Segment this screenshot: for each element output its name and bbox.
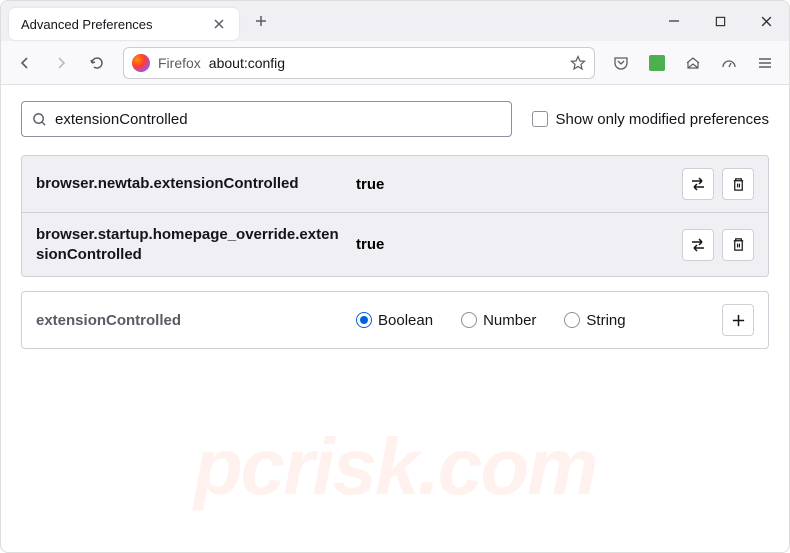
titlebar: Advanced Preferences — [1, 1, 789, 41]
pref-row: browser.newtab.extensionControlled true — [22, 156, 768, 213]
gauge-icon[interactable] — [713, 47, 745, 79]
toggle-button[interactable] — [682, 168, 714, 200]
bookmark-star-icon[interactable] — [570, 55, 586, 71]
content-area: Show only modified preferences browser.n… — [1, 85, 789, 365]
minimize-button[interactable] — [651, 1, 697, 41]
urlbar-text: about:config — [209, 55, 562, 71]
pocket-icon[interactable] — [605, 47, 637, 79]
reload-button[interactable] — [81, 47, 113, 79]
radio-boolean[interactable]: Boolean — [356, 312, 433, 329]
toolbar: Firefox about:config — [1, 41, 789, 85]
urlbar-brand: Firefox — [158, 55, 201, 71]
close-icon[interactable] — [211, 16, 227, 32]
radio-icon — [564, 312, 580, 328]
radio-label-text: Boolean — [378, 312, 433, 329]
extension-icon[interactable] — [641, 47, 673, 79]
delete-button[interactable] — [722, 229, 754, 261]
search-icon — [32, 112, 47, 127]
search-box[interactable] — [21, 101, 512, 137]
search-input[interactable] — [55, 111, 501, 128]
radio-number[interactable]: Number — [461, 312, 536, 329]
pref-name: browser.newtab.extensionControlled — [36, 174, 346, 194]
pref-value: true — [356, 176, 672, 193]
maximize-button[interactable] — [697, 1, 743, 41]
menu-button[interactable] — [749, 47, 781, 79]
radio-icon — [461, 312, 477, 328]
show-modified-checkbox[interactable] — [532, 111, 548, 127]
pref-row: browser.startup.homepage_override.extens… — [22, 213, 768, 276]
window-controls — [651, 1, 789, 41]
browser-tab[interactable]: Advanced Preferences — [9, 8, 239, 40]
pref-value: true — [356, 236, 672, 253]
radio-label-text: String — [586, 312, 625, 329]
new-tab-button[interactable] — [247, 7, 275, 35]
show-modified-label[interactable]: Show only modified preferences — [532, 111, 769, 128]
close-window-button[interactable] — [743, 1, 789, 41]
checkbox-text: Show only modified preferences — [556, 111, 769, 128]
tab-title: Advanced Preferences — [21, 17, 203, 32]
type-options: Boolean Number String — [356, 312, 712, 329]
pref-name: browser.startup.homepage_override.extens… — [36, 225, 346, 264]
toggle-button[interactable] — [682, 229, 714, 261]
radio-label-text: Number — [483, 312, 536, 329]
mail-icon[interactable] — [677, 47, 709, 79]
forward-button[interactable] — [45, 47, 77, 79]
radio-icon — [356, 312, 372, 328]
new-pref-name: extensionControlled — [36, 312, 346, 329]
back-button[interactable] — [9, 47, 41, 79]
url-bar[interactable]: Firefox about:config — [123, 47, 595, 79]
new-pref-row: extensionControlled Boolean Number Strin… — [21, 291, 769, 349]
add-button[interactable] — [722, 304, 754, 336]
delete-button[interactable] — [722, 168, 754, 200]
preferences-table: browser.newtab.extensionControlled true … — [21, 155, 769, 277]
radio-string[interactable]: String — [564, 312, 625, 329]
firefox-icon — [132, 54, 150, 72]
